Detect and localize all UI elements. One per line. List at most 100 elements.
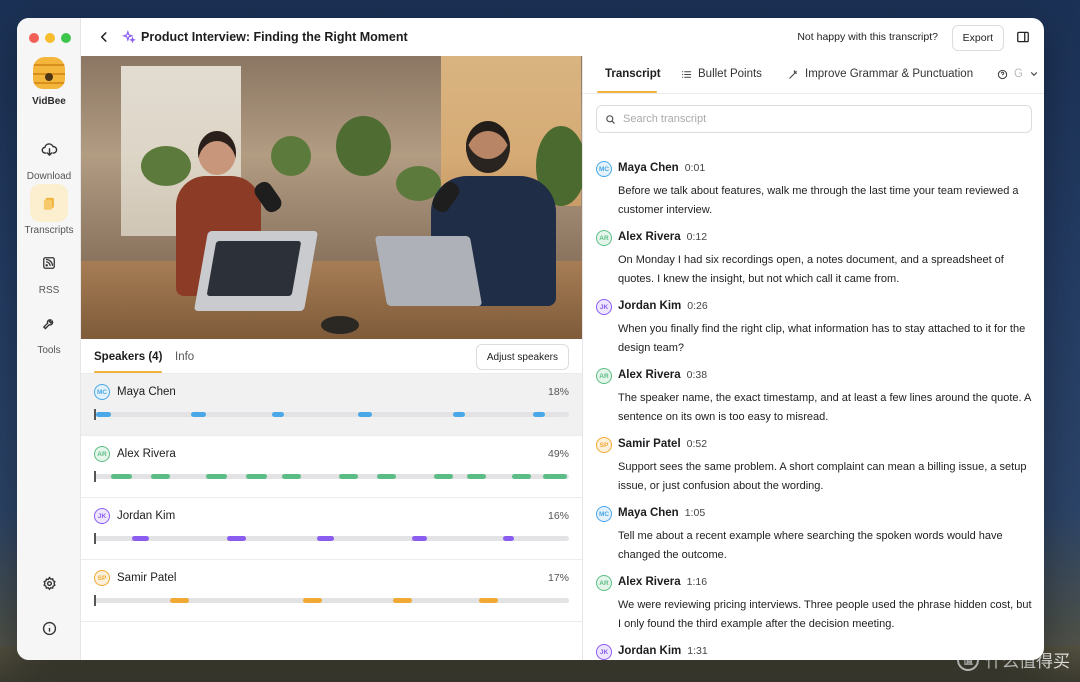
timeline-start-marker bbox=[94, 595, 96, 606]
back-arrow-icon[interactable] bbox=[97, 30, 111, 44]
speech-segment[interactable] bbox=[393, 598, 413, 603]
speaker-timeline[interactable] bbox=[94, 533, 569, 544]
minimize-window-button[interactable] bbox=[45, 33, 55, 43]
transcript-text: The speaker name, the exact timestamp, a… bbox=[618, 392, 1031, 423]
tab-label: Transcript bbox=[605, 68, 661, 80]
video-laptop bbox=[374, 236, 483, 306]
speech-segment[interactable] bbox=[132, 536, 149, 541]
avatar: MC bbox=[596, 506, 612, 522]
search-input[interactable] bbox=[623, 113, 1003, 125]
search-bar[interactable] bbox=[596, 105, 1032, 133]
speaker-row[interactable]: MC Maya Chen 18% bbox=[81, 374, 582, 436]
transcript-text: Support sees the same problem. A short c… bbox=[618, 461, 1027, 492]
speech-segment[interactable] bbox=[317, 536, 334, 541]
speaker-timeline[interactable] bbox=[94, 471, 569, 482]
tab-bullet-points[interactable]: Bullet Points bbox=[681, 68, 762, 80]
timestamp[interactable]: 1:31 bbox=[687, 645, 707, 657]
speech-segment[interactable] bbox=[170, 598, 189, 603]
speech-segment[interactable] bbox=[542, 474, 567, 479]
speech-segment[interactable] bbox=[478, 598, 498, 603]
speech-segment[interactable] bbox=[281, 474, 301, 479]
chevron-down-icon[interactable] bbox=[1029, 69, 1039, 79]
tab-label: Bullet Points bbox=[698, 68, 762, 80]
sidebar-item-download[interactable]: Download bbox=[17, 130, 81, 182]
gear-icon bbox=[42, 575, 56, 590]
speech-segment[interactable] bbox=[466, 474, 486, 479]
timestamp[interactable]: 0:26 bbox=[687, 300, 707, 312]
speech-segment[interactable] bbox=[205, 474, 227, 479]
speaker-timeline[interactable] bbox=[94, 595, 569, 606]
help-icon bbox=[997, 69, 1008, 79]
speaker-row[interactable]: SP Samir Patel 17% bbox=[81, 560, 582, 622]
feedback-link[interactable]: Not happy with this transcript? bbox=[797, 31, 938, 43]
speaker-timeline[interactable] bbox=[94, 409, 569, 420]
timestamp[interactable]: 1:16 bbox=[687, 576, 707, 588]
speech-segment[interactable] bbox=[303, 598, 322, 603]
timeline-start-marker bbox=[94, 471, 96, 482]
timestamp[interactable]: 1:05 bbox=[685, 507, 705, 519]
avatar: JK bbox=[94, 508, 110, 524]
sidebar-item-label: Tools bbox=[37, 345, 61, 356]
avatar: JK bbox=[596, 644, 612, 660]
speech-segment[interactable] bbox=[433, 474, 453, 479]
sparkle-icon bbox=[122, 30, 136, 44]
avatar: SP bbox=[94, 570, 110, 586]
avatar: AR bbox=[596, 230, 612, 246]
search-icon bbox=[606, 114, 615, 124]
speaker-percent: 49% bbox=[547, 448, 569, 460]
speech-segment[interactable] bbox=[412, 536, 427, 541]
speech-segment[interactable] bbox=[338, 474, 358, 479]
info-icon bbox=[42, 621, 56, 635]
timestamp[interactable]: 0:38 bbox=[687, 369, 707, 381]
timestamp[interactable]: 0:12 bbox=[687, 231, 707, 243]
sidebar-item-tools[interactable]: Tools bbox=[17, 304, 81, 356]
tab-info[interactable]: Info bbox=[175, 351, 194, 363]
speech-segment[interactable] bbox=[191, 412, 206, 417]
sidebar-item-label: Download bbox=[26, 171, 72, 182]
adjust-speakers-button[interactable]: Adjust speakers bbox=[475, 344, 569, 370]
speech-segment[interactable] bbox=[452, 412, 465, 417]
speech-segment[interactable] bbox=[246, 474, 268, 479]
tab-speakers[interactable]: Speakers (4) bbox=[94, 351, 162, 363]
app-name: VidBee bbox=[32, 96, 66, 107]
transcript-text: We were reviewing pricing interviews. Th… bbox=[618, 599, 1032, 630]
timestamp[interactable]: 0:01 bbox=[685, 162, 705, 174]
active-tab-indicator bbox=[597, 91, 657, 93]
sidebar-item-rss[interactable]: RSS bbox=[17, 244, 81, 296]
video-player[interactable] bbox=[81, 56, 582, 339]
speech-segment[interactable] bbox=[502, 536, 515, 541]
speech-segment[interactable] bbox=[512, 474, 531, 479]
tab-improve-grammar[interactable]: Improve Grammar & Punctuation bbox=[788, 68, 973, 80]
speech-segment[interactable] bbox=[272, 412, 284, 417]
speaker-name: Maya Chen bbox=[117, 386, 176, 398]
sidebar-item-label: Transcripts bbox=[24, 225, 74, 236]
timestamp[interactable]: 0:52 bbox=[687, 438, 707, 450]
tab-overflow[interactable]: G bbox=[997, 68, 1039, 80]
speaker-name: Alex Rivera bbox=[618, 369, 681, 381]
export-button[interactable]: Export bbox=[951, 25, 1004, 51]
speech-segment[interactable] bbox=[357, 412, 372, 417]
speech-segment[interactable] bbox=[151, 474, 170, 479]
tab-transcript[interactable]: Transcript bbox=[605, 68, 661, 80]
list-icon bbox=[681, 70, 692, 78]
sidebar-item-transcripts[interactable]: Transcripts bbox=[17, 184, 81, 236]
info-button[interactable] bbox=[36, 615, 62, 641]
close-window-button[interactable] bbox=[29, 33, 39, 43]
video-plant bbox=[271, 136, 311, 176]
video-plant bbox=[336, 116, 391, 176]
transcript-text: When you finally find the right clip, wh… bbox=[618, 323, 1026, 354]
transcript-tabs: Transcript Bullet Points Improve Grammar… bbox=[583, 56, 1044, 94]
sidebar-toggle-icon[interactable] bbox=[1016, 30, 1030, 44]
speaker-row[interactable]: JK Jordan Kim 16% bbox=[81, 498, 582, 560]
speaker-name: Maya Chen bbox=[618, 507, 679, 519]
speech-segment[interactable] bbox=[533, 412, 546, 417]
speech-segment[interactable] bbox=[376, 474, 396, 479]
speech-segment[interactable] bbox=[227, 536, 246, 541]
speaker-row[interactable]: AR Alex Rivera 49% bbox=[81, 436, 582, 498]
speech-segment[interactable] bbox=[96, 412, 111, 417]
settings-button[interactable] bbox=[36, 570, 62, 596]
video-laptop bbox=[193, 231, 319, 311]
speaker-name: Maya Chen bbox=[618, 162, 679, 174]
maximize-window-button[interactable] bbox=[61, 33, 71, 43]
speech-segment[interactable] bbox=[110, 474, 132, 479]
